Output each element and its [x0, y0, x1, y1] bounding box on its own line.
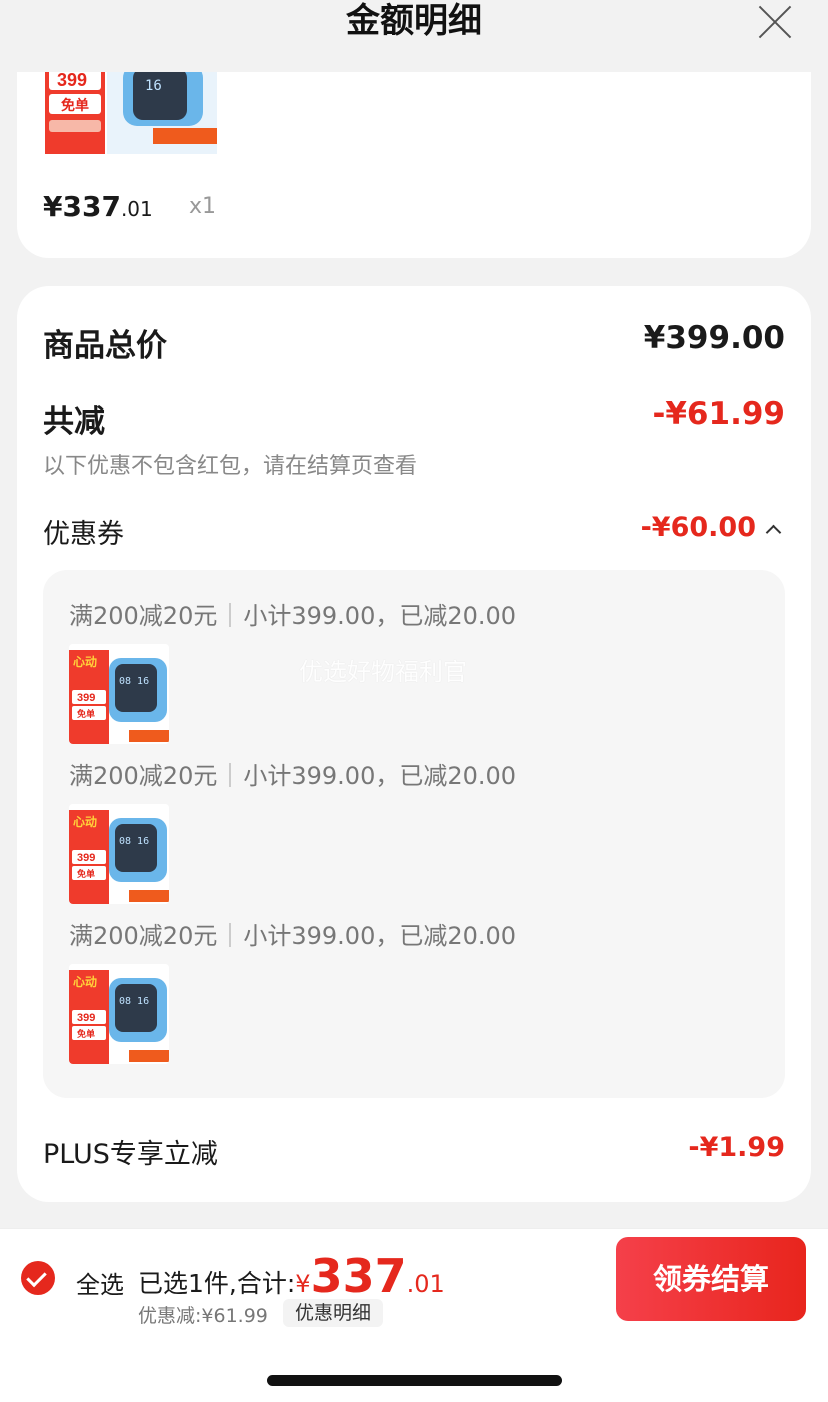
coupon-product-thumb: 心动 399 免单 08 16 — [69, 964, 169, 1064]
coupon-value: -¥60.00 — [640, 512, 756, 543]
checkout-bar: 全选 已选1件,合计:¥337.01 优惠减:¥61.99 优惠明细 领券结算 — [0, 1228, 828, 1329]
svg-text:免单: 免单 — [77, 708, 95, 720]
discount-summary: 优惠减:¥61.99 — [138, 1305, 268, 1327]
coupon-product-thumb: 心动 399 免单 08 16 — [69, 804, 169, 904]
page-title: 金额明细 — [346, 1, 482, 41]
coupon-detail: 小计399.00，已减20.00 — [243, 922, 517, 950]
product-card: 399 免单 16 ¥337.01 x1 — [17, 72, 811, 258]
plus-label: PLUS专享立减 — [43, 1139, 218, 1170]
home-indicator-area — [0, 1329, 828, 1402]
svg-text:399: 399 — [77, 852, 95, 864]
coupon-product-thumb: 心动 399 免单 08 16 — [69, 644, 169, 744]
promo-word-text: 免单 — [61, 97, 89, 114]
discount-detail-button[interactable]: 优惠明细 — [283, 1299, 384, 1327]
svg-text:08 16: 08 16 — [119, 996, 149, 1007]
svg-text:08 16: 08 16 — [119, 836, 149, 847]
selected-summary: 已选1件,合计:¥337.01 — [138, 1249, 445, 1303]
selected-prefix: 已选1件,合计: — [138, 1269, 296, 1298]
coupon-item: 满200减20元 小计399.00，已减20.00 — [69, 596, 516, 631]
plus-row: PLUS专享立减 -¥1.99 — [43, 1132, 785, 1171]
reduce-value: -¥61.99 — [652, 396, 786, 432]
home-indicator[interactable] — [267, 1375, 562, 1386]
coupon-row[interactable]: 优惠券 -¥60.00 — [43, 512, 785, 551]
svg-text:心动: 心动 — [73, 815, 97, 829]
watermark-text: 优选好物福利官 — [299, 658, 467, 686]
total-amount-dec: .01 — [406, 1270, 445, 1298]
coupon-item: 满200减20元 小计399.00，已减20.00 — [69, 916, 516, 951]
plus-value: -¥1.99 — [688, 1132, 785, 1163]
coupon-label: 优惠券 — [43, 519, 124, 550]
chevron-up-icon[interactable] — [765, 524, 782, 541]
reduce-label: 共减 — [43, 404, 105, 440]
product-quantity: x1 — [189, 194, 217, 219]
coupon-detail: 小计399.00，已减20.00 — [243, 602, 517, 630]
amount-detail-card: 商品总价 ¥399.00 共减 -¥61.99 以下优惠不包含红包，请在结算页查… — [17, 286, 811, 1202]
close-icon[interactable] — [756, 2, 794, 40]
product-image: 399 免单 16 — [45, 72, 217, 154]
total-row: 商品总价 ¥399.00 — [43, 320, 785, 365]
select-all-label[interactable]: 全选 — [76, 1265, 124, 1300]
total-label: 商品总价 — [43, 328, 167, 364]
svg-text:免单: 免单 — [77, 1028, 95, 1040]
discount-note: 以下优惠不包含红包，请在结算页查看 — [43, 454, 418, 479]
svg-text:免单: 免单 — [77, 868, 95, 880]
total-amount-int: 337 — [310, 1249, 407, 1303]
total-value: ¥399.00 — [643, 320, 785, 356]
coupon-list: 优选好物福利官 满200减20元 小计399.00，已减20.00 心动 399 … — [43, 570, 785, 1098]
svg-text:心动: 心动 — [73, 655, 97, 669]
reduce-row: 共减 -¥61.99 — [43, 396, 785, 441]
coupon-detail: 小计399.00，已减20.00 — [243, 762, 517, 790]
coupon-rule: 满200减20元 — [69, 762, 218, 790]
divider — [229, 763, 232, 787]
svg-text:399: 399 — [77, 1012, 95, 1024]
coupon-rule: 满200减20元 — [69, 922, 218, 950]
divider — [229, 923, 232, 947]
coupon-item: 满200减20元 小计399.00，已减20.00 — [69, 756, 516, 791]
promo-price-text: 399 — [57, 72, 87, 90]
svg-text:心动: 心动 — [73, 975, 97, 989]
select-all-checkbox[interactable] — [21, 1261, 55, 1295]
product-price: ¥337.01 — [43, 190, 153, 223]
divider — [229, 603, 232, 627]
currency-symbol: ¥ — [295, 1270, 311, 1298]
svg-text:08 16: 08 16 — [119, 676, 149, 687]
svg-text:399: 399 — [77, 692, 95, 704]
watch-screen-text: 16 — [145, 78, 162, 94]
header: 金额明细 — [0, 0, 828, 72]
coupon-rule: 满200减20元 — [69, 602, 218, 630]
checkout-button[interactable]: 领券结算 — [616, 1237, 806, 1321]
